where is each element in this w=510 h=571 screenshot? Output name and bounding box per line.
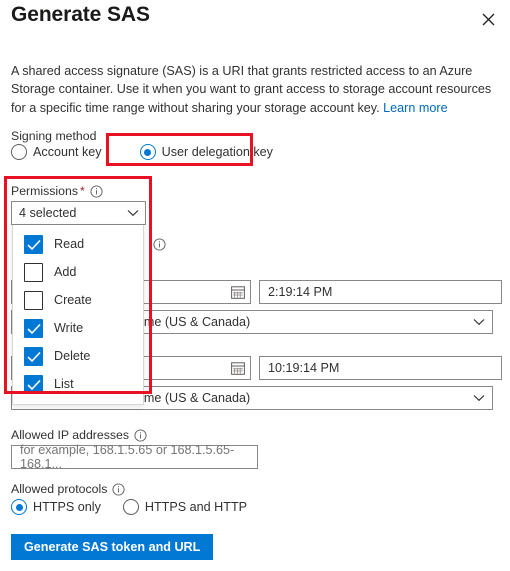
info-icon[interactable] bbox=[90, 184, 103, 198]
permissions-label-text: Permissions bbox=[11, 184, 78, 198]
generate-sas-button[interactable]: Generate SAS token and URL bbox=[11, 534, 214, 560]
info-icon[interactable] bbox=[134, 428, 147, 442]
start-expiry-info-icon[interactable] bbox=[153, 238, 166, 251]
radio-circle-filled-icon bbox=[11, 499, 27, 515]
checkbox-checked-icon bbox=[24, 234, 43, 254]
radio-https-and-http-label: HTTPS and HTTP bbox=[144, 500, 248, 514]
permission-option-label: List bbox=[54, 377, 74, 391]
panel-header: Generate SAS bbox=[0, 0, 510, 44]
learn-more-link[interactable]: Learn more bbox=[383, 101, 447, 115]
allowed-ip-input[interactable]: for example, 168.1.5.65 or 168.1.5.65-16… bbox=[11, 443, 258, 471]
checkbox-unchecked-icon bbox=[24, 290, 43, 310]
start-time-input[interactable]: 2:19:14 PM bbox=[259, 280, 502, 304]
radio-https-only[interactable]: HTTPS only bbox=[11, 499, 101, 515]
checkbox-unchecked-icon bbox=[24, 262, 43, 282]
radio-circle-icon bbox=[122, 499, 139, 515]
permission-option-list[interactable]: List bbox=[13, 370, 143, 398]
radio-user-delegation-key[interactable]: User delegation key bbox=[139, 144, 273, 160]
radio-account-key[interactable]: Account key bbox=[11, 144, 102, 160]
allowed-ip-label-text: Allowed IP addresses bbox=[11, 428, 130, 442]
permission-option-label: Read bbox=[54, 237, 85, 251]
chevron-down-icon bbox=[473, 394, 485, 402]
checkbox-checked-icon bbox=[24, 318, 43, 338]
permission-option-create[interactable]: Create bbox=[13, 286, 143, 314]
allowed-ip-placeholder: for example, 168.1.5.65 or 168.1.5.65-16… bbox=[20, 443, 235, 471]
permission-option-add[interactable]: Add bbox=[13, 258, 143, 286]
info-icon[interactable] bbox=[112, 482, 125, 496]
calendar-icon[interactable] bbox=[231, 285, 245, 299]
permissions-option-list: Read Add Create Write Delete List bbox=[12, 225, 144, 405]
radio-circle-icon bbox=[11, 144, 27, 160]
required-marker: * bbox=[79, 184, 85, 198]
permissions-dropdown[interactable]: 4 selected bbox=[11, 201, 146, 225]
permission-option-delete[interactable]: Delete bbox=[13, 342, 143, 370]
radio-user-delegation-key-label: User delegation key bbox=[161, 145, 273, 159]
permission-option-write[interactable]: Write bbox=[13, 314, 143, 342]
expiry-time-input[interactable]: 10:19:14 PM bbox=[259, 356, 502, 380]
radio-https-and-http[interactable]: HTTPS and HTTP bbox=[122, 499, 248, 515]
close-icon[interactable] bbox=[476, 7, 500, 31]
radio-circle-filled-icon bbox=[139, 144, 156, 160]
allowed-protocols-label: Allowed protocols bbox=[11, 481, 125, 497]
permission-option-label: Add bbox=[54, 265, 77, 279]
allowed-protocols-label-text: Allowed protocols bbox=[11, 482, 108, 496]
allowed-ip-label: Allowed IP addresses bbox=[11, 427, 147, 443]
chevron-down-icon bbox=[127, 209, 139, 217]
allowed-protocols-radio-group: HTTPS only HTTPS and HTTP bbox=[11, 499, 247, 515]
permission-option-label: Delete bbox=[54, 349, 91, 363]
signing-method-label-text: Signing method bbox=[11, 129, 97, 143]
radio-https-only-label: HTTPS only bbox=[33, 500, 101, 514]
permissions-label: Permissions * bbox=[11, 183, 103, 199]
signing-method-label: Signing method bbox=[11, 128, 96, 144]
expiry-time-value: 10:19:14 PM bbox=[268, 361, 340, 375]
checkbox-checked-icon bbox=[24, 374, 43, 394]
permission-option-label: Create bbox=[54, 293, 92, 307]
permission-option-read[interactable]: Read bbox=[13, 230, 143, 258]
page-title: Generate SAS bbox=[11, 3, 150, 26]
chevron-down-icon bbox=[473, 318, 485, 326]
signing-method-radio-group: Account key User delegation key bbox=[11, 144, 273, 160]
permissions-selected-summary: 4 selected bbox=[19, 206, 77, 220]
panel-description: A shared access signature (SAS) is a URI… bbox=[11, 62, 493, 117]
checkbox-checked-icon bbox=[24, 346, 43, 366]
radio-account-key-label: Account key bbox=[33, 145, 102, 159]
permission-option-label: Write bbox=[54, 321, 84, 335]
start-time-value: 2:19:14 PM bbox=[268, 285, 333, 299]
calendar-icon[interactable] bbox=[231, 361, 245, 375]
